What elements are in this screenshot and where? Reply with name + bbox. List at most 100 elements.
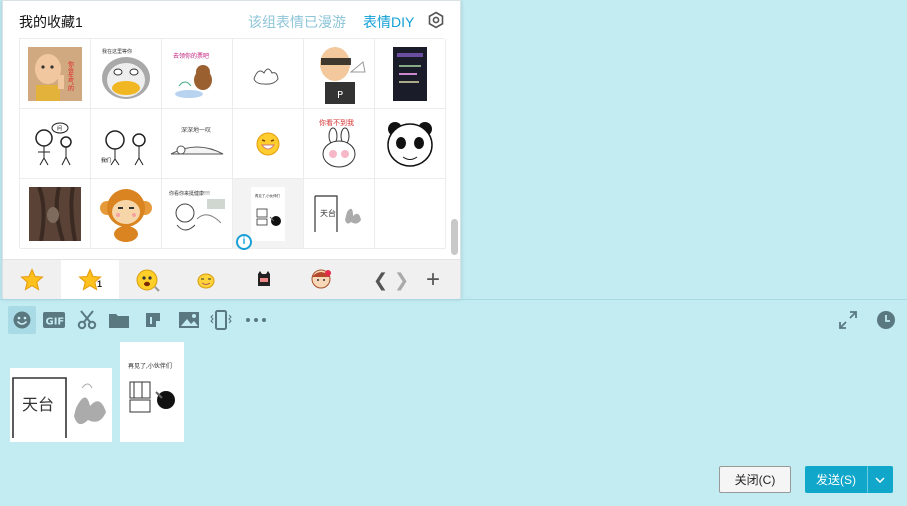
svg-text:去领你的票吧: 去领你的票吧: [173, 52, 209, 60]
more-dots-icon: [246, 318, 266, 322]
svg-text:你会生气的: 你会生气的: [67, 60, 74, 92]
shake-tool[interactable]: [207, 306, 235, 334]
close-button[interactable]: 关闭(C): [719, 466, 791, 493]
svg-text:天台: 天台: [320, 208, 336, 218]
sticker-man-bald-p: P: [320, 46, 366, 104]
shake-phone-icon: [210, 310, 232, 330]
roam-status: 该组表情已漫游: [248, 14, 346, 30]
tab-number: 1: [97, 279, 103, 289]
tab-star[interactable]: [3, 260, 61, 300]
history-tool[interactable]: [872, 306, 900, 334]
sticker-cell[interactable]: [233, 109, 304, 179]
popup-header: 我的收藏1 该组表情已漫游 表情DIY: [3, 1, 460, 37]
sticker-cell[interactable]: 我们: [91, 109, 162, 179]
sticker-penguin-duck: 我在这里等你: [102, 48, 150, 99]
sticker-cell[interactable]: [375, 39, 446, 109]
sticker-stickmen-2: 我们: [101, 129, 146, 165]
tab-yellow-face[interactable]: [119, 260, 177, 300]
sticker-cell[interactable]: [91, 179, 162, 249]
star-icon: [20, 268, 44, 291]
folder-icon: [109, 314, 129, 328]
sticker-cell[interactable]: 深深地一叹: [162, 109, 233, 179]
sticker-cell[interactable]: P: [304, 39, 375, 109]
sticker-bear-flower: 去领你的票吧: [173, 52, 212, 98]
small-yellow-face-icon: [197, 273, 215, 289]
hexagon-settings-icon[interactable]: [427, 11, 445, 29]
emoji-tab-bar: 1 ❮ ❯ +: [3, 259, 460, 300]
tab-prev-arrow-icon[interactable]: ❮: [373, 270, 388, 291]
info-icon[interactable]: i: [236, 234, 252, 250]
image-tool[interactable]: [175, 306, 203, 334]
sticker-cell-empty: [375, 179, 446, 249]
svg-text:GIF: GIF: [46, 317, 65, 328]
sticker-cell[interactable]: [375, 109, 446, 179]
expand-icon: [839, 311, 857, 329]
folder-tool[interactable]: [105, 306, 133, 334]
sticker-cell-selected[interactable]: 再见了,小伙伴们 i: [233, 179, 304, 250]
music-tool[interactable]: [139, 306, 167, 334]
sticker-cell[interactable]: 问: [20, 109, 91, 179]
gif-tool[interactable]: GIF: [40, 306, 68, 334]
sticker-cell[interactable]: 你看你来挺健康!!!: [162, 179, 233, 249]
sticker-grid: 你会生气的 我在这里等你 去领你的票吧 P 问 我们 深深地一叹 你看不到我 你…: [19, 38, 446, 250]
emoji-diy-link[interactable]: 表情DIY: [363, 12, 414, 32]
sticker-dark-scene: [393, 46, 427, 101]
sticker-grid-scrollbar[interactable]: [451, 219, 458, 255]
inserted-image-tiantai[interactable]: 天台: [10, 368, 112, 442]
gif-icon: GIF: [43, 312, 65, 328]
tab-smiley-small[interactable]: [177, 260, 235, 300]
svg-text:再见了,小伙伴们: 再见了,小伙伴们: [255, 193, 280, 198]
black-cat-icon: [258, 271, 270, 286]
svg-text:我在这里等你: 我在这里等你: [102, 48, 132, 55]
screenshot-tool[interactable]: [73, 306, 101, 334]
svg-text:你看不到我: 你看不到我: [319, 118, 354, 127]
svg-text:再见了,小伙伴们: 再见了,小伙伴们: [128, 362, 172, 370]
sticker-cell[interactable]: [20, 179, 91, 249]
sticker-cell[interactable]: 天台: [304, 179, 375, 249]
sticker-baby-pointing: 你会生气的: [28, 46, 82, 101]
sticker-rabbit-cry: 你看不到我: [319, 118, 356, 167]
sticker-cell[interactable]: 去领你的票吧: [162, 39, 233, 109]
girl-face-icon: [311, 269, 331, 289]
send-options-button[interactable]: [867, 466, 893, 493]
clock-icon: [877, 311, 895, 329]
scissors-icon: [77, 310, 97, 330]
add-emoji-group-icon[interactable]: +: [426, 266, 440, 294]
emoji-popup: 我的收藏1 该组表情已漫游 表情DIY 你会生气的 我在这里等你 去领你的票吧 …: [2, 0, 461, 300]
chat-toolbar: GIF: [0, 299, 907, 339]
svg-text:P: P: [337, 90, 343, 101]
yellow-face-icon: [136, 269, 160, 292]
expand-tool[interactable]: [834, 306, 862, 334]
sticker-panda-face: [387, 121, 433, 167]
sticker-cell[interactable]: [233, 39, 304, 109]
tab-girl-face[interactable]: [293, 260, 351, 300]
tab-next-arrow-icon[interactable]: ❯: [394, 270, 409, 291]
music-icon: [146, 313, 160, 327]
send-button[interactable]: 发送(S): [805, 466, 867, 493]
sticker-doodle-hand: [253, 68, 279, 85]
emoji-tool[interactable]: [8, 306, 36, 334]
svg-text:天台: 天台: [22, 395, 54, 414]
svg-text:我们: 我们: [101, 157, 111, 164]
svg-text:问: 问: [57, 125, 62, 132]
sticker-tree-bark: [29, 186, 81, 241]
svg-text:深深地一叹: 深深地一叹: [181, 126, 211, 134]
sticker-cell[interactable]: 你看不到我: [304, 109, 375, 179]
sticker-smiley-yellow: [256, 132, 280, 155]
svg-text:你看你来挺健康!!!: 你看你来挺健康!!!: [169, 190, 210, 197]
popup-title: 我的收藏1: [19, 14, 83, 30]
tab-black-cat[interactable]: [235, 260, 293, 300]
smiley-icon: [13, 311, 31, 329]
more-tool[interactable]: [242, 306, 270, 334]
sticker-cell[interactable]: 我在这里等你: [91, 39, 162, 109]
sticker-tiantai: 天台: [314, 194, 361, 232]
sticker-scribble-boy: 你看你来挺健康!!!: [169, 190, 225, 230]
sticker-mushroom-lie: 深深地一叹: [170, 126, 224, 154]
sticker-stickmen-1: 问: [35, 122, 72, 165]
chevron-down-icon: [875, 476, 885, 483]
sticker-rooftop-small: 再见了,小伙伴们: [251, 186, 285, 241]
inserted-image-rooftop[interactable]: 再见了,小伙伴们: [120, 342, 184, 442]
sticker-monkey: [100, 188, 152, 242]
sticker-cell[interactable]: 你会生气的: [20, 39, 91, 109]
tab-my-favorites-1[interactable]: 1: [61, 260, 119, 300]
